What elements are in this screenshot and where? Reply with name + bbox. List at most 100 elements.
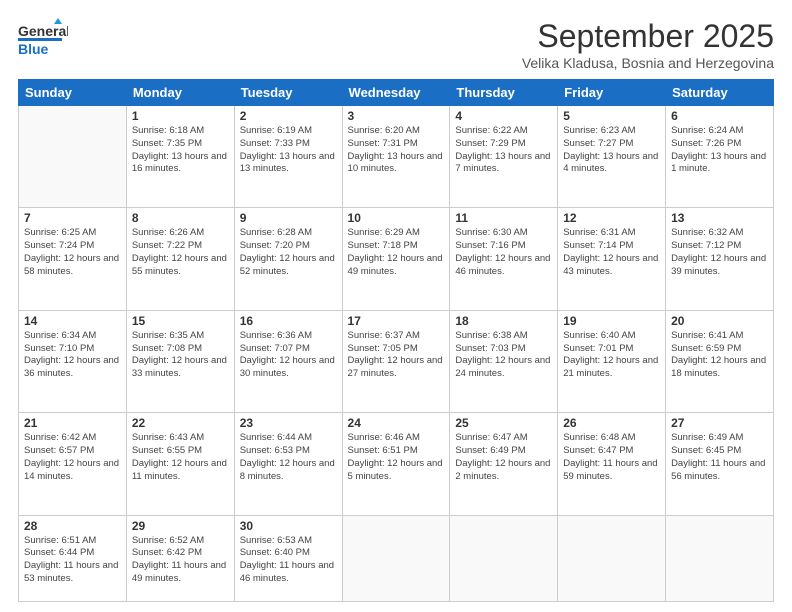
calendar-cell: 5Sunrise: 6:23 AMSunset: 7:27 PMDaylight… (558, 106, 666, 208)
day-number: 27 (671, 416, 768, 430)
cell-info: Sunrise: 6:38 AMSunset: 7:03 PMDaylight:… (455, 330, 552, 381)
calendar-cell: 6 Sunrise: 6:24 AMSunset: 7:26 PMDaylight… (666, 106, 774, 208)
day-number: 14 (24, 314, 121, 328)
calendar-week-row: 21 Sunrise: 6:42 AMSunset: 6:57 PMDayligh… (19, 413, 774, 515)
title-section: September 2025 Velika Kladusa, Bosnia an… (522, 18, 774, 71)
day-header-sunday: Sunday (19, 80, 127, 106)
day-number: 15 (132, 314, 229, 328)
cell-info: Sunrise: 6:32 AMSunset: 7:12 PMDaylight:… (671, 227, 768, 278)
calendar-cell: 28Sunrise: 6:51 AMSunset: 6:44 PMDayligh… (19, 515, 127, 601)
day-header-saturday: Saturday (666, 80, 774, 106)
cell-info: Sunrise: 6:49 AMSunset: 6:45 PMDaylight:… (671, 432, 768, 483)
cell-info: Sunrise: 6:20 AMSunset: 7:31 PMDaylight:… (348, 125, 445, 176)
calendar-cell: 20 Sunrise: 6:41 AMSunset: 6:59 PMDayligh… (666, 310, 774, 412)
cell-info: Sunrise: 6:29 AMSunset: 7:18 PMDaylight:… (348, 227, 445, 278)
cell-info: Sunrise: 6:34 AMSunset: 7:10 PMDaylight:… (24, 330, 121, 381)
calendar-cell: 1Sunrise: 6:18 AMSunset: 7:35 PMDaylight… (126, 106, 234, 208)
calendar-cell: 12 Sunrise: 6:31 AMSunset: 7:14 PMDayligh… (558, 208, 666, 310)
cell-info: Sunrise: 6:31 AMSunset: 7:14 PMDaylight:… (563, 227, 660, 278)
day-number: 20 (671, 314, 768, 328)
svg-text:General: General (18, 23, 68, 39)
day-number: 16 (240, 314, 337, 328)
day-header-thursday: Thursday (450, 80, 558, 106)
cell-info: Sunrise: 6:43 AMSunset: 6:55 PMDaylight:… (132, 432, 229, 483)
calendar-cell: 21 Sunrise: 6:42 AMSunset: 6:57 PMDayligh… (19, 413, 127, 515)
cell-info: Sunrise: 6:52 AMSunset: 6:42 PMDaylight:… (132, 535, 229, 586)
calendar-table: SundayMondayTuesdayWednesdayThursdayFrid… (18, 79, 774, 602)
calendar-cell: 24Sunrise: 6:46 AMSunset: 6:51 PMDayligh… (342, 413, 450, 515)
calendar-week-row: 14 Sunrise: 6:34 AMSunset: 7:10 PMDayligh… (19, 310, 774, 412)
calendar-cell: 13 Sunrise: 6:32 AMSunset: 7:12 PMDayligh… (666, 208, 774, 310)
calendar-cell: 14 Sunrise: 6:34 AMSunset: 7:10 PMDayligh… (19, 310, 127, 412)
logo: General Blue (18, 18, 70, 60)
calendar-cell: 11Sunrise: 6:30 AMSunset: 7:16 PMDayligh… (450, 208, 558, 310)
cell-info: Sunrise: 6:28 AMSunset: 7:20 PMDaylight:… (240, 227, 337, 278)
cell-info: Sunrise: 6:40 AMSunset: 7:01 PMDaylight:… (563, 330, 660, 381)
cell-info: Sunrise: 6:42 AMSunset: 6:57 PMDaylight:… (24, 432, 121, 483)
day-number: 24 (348, 416, 445, 430)
cell-info: Sunrise: 6:19 AMSunset: 7:33 PMDaylight:… (240, 125, 337, 176)
day-number: 25 (455, 416, 552, 430)
page: General Blue September 2025 Velika Kladu… (0, 0, 792, 612)
cell-info: Sunrise: 6:51 AMSunset: 6:44 PMDaylight:… (24, 535, 121, 586)
day-header-wednesday: Wednesday (342, 80, 450, 106)
cell-info: Sunrise: 6:35 AMSunset: 7:08 PMDaylight:… (132, 330, 229, 381)
day-number: 26 (563, 416, 660, 430)
day-number: 8 (132, 211, 229, 225)
day-number: 6 (671, 109, 768, 123)
calendar-cell: 15 Sunrise: 6:35 AMSunset: 7:08 PMDayligh… (126, 310, 234, 412)
day-number: 3 (348, 109, 445, 123)
day-number: 22 (132, 416, 229, 430)
calendar-cell (450, 515, 558, 601)
calendar-cell: 23 Sunrise: 6:44 AMSunset: 6:53 PMDayligh… (234, 413, 342, 515)
svg-text:Blue: Blue (18, 41, 49, 57)
calendar-cell: 19 Sunrise: 6:40 AMSunset: 7:01 PMDayligh… (558, 310, 666, 412)
cell-info: Sunrise: 6:41 AMSunset: 6:59 PMDaylight:… (671, 330, 768, 381)
cell-info: Sunrise: 6:24 AMSunset: 7:26 PMDaylight:… (671, 125, 768, 176)
calendar-cell: 4Sunrise: 6:22 AMSunset: 7:29 PMDaylight… (450, 106, 558, 208)
day-number: 23 (240, 416, 337, 430)
calendar-cell (342, 515, 450, 601)
cell-info: Sunrise: 6:25 AMSunset: 7:24 PMDaylight:… (24, 227, 121, 278)
day-number: 10 (348, 211, 445, 225)
day-number: 7 (24, 211, 121, 225)
calendar-cell (666, 515, 774, 601)
calendar-cell (19, 106, 127, 208)
calendar-cell: 25 Sunrise: 6:47 AMSunset: 6:49 PMDayligh… (450, 413, 558, 515)
header: General Blue September 2025 Velika Kladu… (18, 18, 774, 71)
calendar-cell: 26Sunrise: 6:48 AMSunset: 6:47 PMDayligh… (558, 413, 666, 515)
day-number: 9 (240, 211, 337, 225)
calendar-cell: 7 Sunrise: 6:25 AMSunset: 7:24 PMDaylight… (19, 208, 127, 310)
day-number: 12 (563, 211, 660, 225)
day-header-friday: Friday (558, 80, 666, 106)
calendar-cell: 9 Sunrise: 6:28 AMSunset: 7:20 PMDaylight… (234, 208, 342, 310)
calendar-cell: 8 Sunrise: 6:26 AMSunset: 7:22 PMDaylight… (126, 208, 234, 310)
day-number: 13 (671, 211, 768, 225)
logo-icon: General Blue (18, 18, 68, 60)
cell-info: Sunrise: 6:22 AMSunset: 7:29 PMDaylight:… (455, 125, 552, 176)
day-number: 21 (24, 416, 121, 430)
calendar-cell: 29Sunrise: 6:52 AMSunset: 6:42 PMDayligh… (126, 515, 234, 601)
month-title: September 2025 (522, 18, 774, 55)
calendar-cell: 10 Sunrise: 6:29 AMSunset: 7:18 PMDayligh… (342, 208, 450, 310)
day-number: 2 (240, 109, 337, 123)
cell-info: Sunrise: 6:26 AMSunset: 7:22 PMDaylight:… (132, 227, 229, 278)
cell-info: Sunrise: 6:36 AMSunset: 7:07 PMDaylight:… (240, 330, 337, 381)
calendar-week-row: 28Sunrise: 6:51 AMSunset: 6:44 PMDayligh… (19, 515, 774, 601)
calendar-week-row: 7 Sunrise: 6:25 AMSunset: 7:24 PMDaylight… (19, 208, 774, 310)
cell-info: Sunrise: 6:47 AMSunset: 6:49 PMDaylight:… (455, 432, 552, 483)
calendar-cell: 18Sunrise: 6:38 AMSunset: 7:03 PMDayligh… (450, 310, 558, 412)
day-number: 11 (455, 211, 552, 225)
calendar-cell: 3 Sunrise: 6:20 AMSunset: 7:31 PMDaylight… (342, 106, 450, 208)
day-number: 1 (132, 109, 229, 123)
day-header-tuesday: Tuesday (234, 80, 342, 106)
calendar-cell: 17 Sunrise: 6:37 AMSunset: 7:05 PMDayligh… (342, 310, 450, 412)
cell-info: Sunrise: 6:37 AMSunset: 7:05 PMDaylight:… (348, 330, 445, 381)
day-number: 17 (348, 314, 445, 328)
day-number: 19 (563, 314, 660, 328)
calendar-cell: 27 Sunrise: 6:49 AMSunset: 6:45 PMDayligh… (666, 413, 774, 515)
cell-info: Sunrise: 6:44 AMSunset: 6:53 PMDaylight:… (240, 432, 337, 483)
calendar-cell: 16 Sunrise: 6:36 AMSunset: 7:07 PMDayligh… (234, 310, 342, 412)
location-subtitle: Velika Kladusa, Bosnia and Herzegovina (522, 55, 774, 71)
calendar-cell: 30Sunrise: 6:53 AMSunset: 6:40 PMDayligh… (234, 515, 342, 601)
